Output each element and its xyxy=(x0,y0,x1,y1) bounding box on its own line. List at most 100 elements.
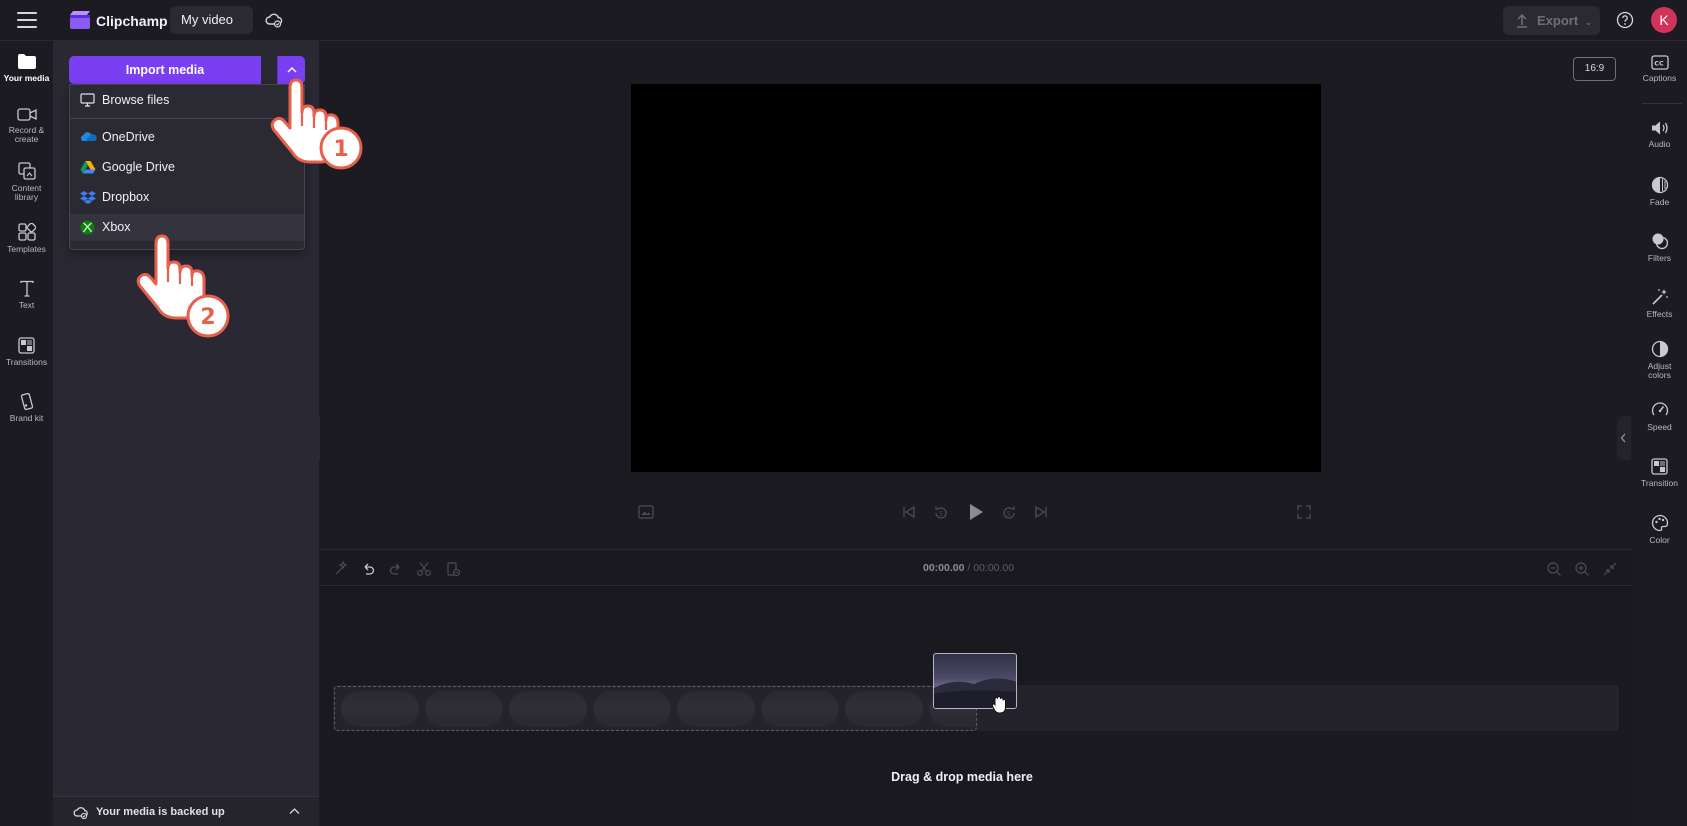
sidebar-item-transitions[interactable]: Transitions xyxy=(0,337,53,367)
user-avatar[interactable]: K xyxy=(1651,7,1677,33)
export-button[interactable]: Export ⌄ xyxy=(1503,6,1600,35)
sidebar-item-record-create[interactable]: Record & create xyxy=(0,107,53,144)
dropbox-icon xyxy=(80,191,96,204)
sidebar-item-label: Your media xyxy=(3,73,50,83)
sidebar-item-label: Text xyxy=(18,300,35,310)
menu-item-dropbox[interactable]: Dropbox xyxy=(70,184,304,211)
aspect-ratio-button[interactable]: 16:9 xyxy=(1573,57,1616,81)
total-time: 00:00.00 xyxy=(973,562,1015,574)
panel-divider xyxy=(1642,103,1682,104)
sidebar-item-label: Brand kit xyxy=(9,413,44,423)
backup-status-text: Your media is backed up xyxy=(96,806,225,818)
scissors-icon[interactable] xyxy=(416,561,432,577)
magic-edit-icon[interactable] xyxy=(333,561,349,577)
panel-item-label: Captions xyxy=(1642,73,1677,83)
panel-item-label: Filters xyxy=(1647,253,1672,263)
undo-icon[interactable] xyxy=(360,561,376,577)
ghost-clip-thumbnail xyxy=(845,691,923,727)
onedrive-icon xyxy=(80,132,97,141)
timeline: 00:00.00 / 00:00.00 Drag & drop media he… xyxy=(320,549,1632,826)
screenshot-icon[interactable] xyxy=(638,505,654,519)
menu-item-label: Google Drive xyxy=(102,160,175,174)
sidebar-item-label: Content library xyxy=(11,183,42,202)
fade-icon xyxy=(1651,176,1668,194)
fit-timeline-icon[interactable] xyxy=(1602,561,1618,577)
tutorial-pointer-hand-icon: 2 xyxy=(136,234,230,338)
chevron-left-icon xyxy=(1620,433,1626,443)
menu-item-label: Dropbox xyxy=(102,190,150,204)
sidebar-item-label: Transitions xyxy=(5,357,48,367)
panel-item-color[interactable]: Color xyxy=(1632,514,1687,545)
sidebar-item-brand-kit[interactable]: Brand kit xyxy=(0,393,53,423)
panel-item-label: Transition xyxy=(1640,478,1678,488)
sidebar-item-your-media[interactable]: Your media xyxy=(0,53,53,83)
panel-item-filters[interactable]: Filters xyxy=(1632,232,1687,263)
skip-to-end-icon[interactable] xyxy=(1034,505,1048,519)
ghost-clip-thumbnail xyxy=(677,691,755,727)
hamburger-menu-icon[interactable] xyxy=(17,12,37,28)
captions-icon: CC xyxy=(1650,55,1669,70)
panel-item-captions[interactable]: CC Captions xyxy=(1632,55,1687,83)
sidebar-item-templates[interactable]: Templates xyxy=(0,223,53,254)
fullscreen-icon[interactable] xyxy=(1297,505,1311,519)
panel-item-label: Adjust colors xyxy=(1647,361,1672,380)
panel-item-audio[interactable]: Audio xyxy=(1632,120,1687,149)
sidebar-item-text[interactable]: Text xyxy=(0,280,53,310)
library-icon xyxy=(17,162,36,180)
current-time: 00:00.00 xyxy=(923,562,965,574)
clipchamp-logo-icon xyxy=(70,11,90,29)
upload-icon xyxy=(1517,13,1527,28)
panel-item-label: Effects xyxy=(1646,309,1673,319)
brand-kit-icon xyxy=(20,393,33,410)
adjust-colors-icon xyxy=(1651,340,1668,358)
sidebar-item-content-library[interactable]: Content library xyxy=(0,162,53,202)
rewind-5s-icon[interactable]: 5 xyxy=(933,505,949,521)
drop-zone-label: Drag & drop media here xyxy=(891,770,1033,784)
cloud-sync-icon[interactable] xyxy=(265,11,283,29)
panel-item-transition[interactable]: Transition xyxy=(1632,458,1687,488)
ghost-clip-thumbnail xyxy=(761,691,839,727)
folder-icon xyxy=(17,54,36,69)
skip-to-start-icon[interactable] xyxy=(902,505,916,519)
delete-clip-icon[interactable] xyxy=(445,561,461,577)
transitions-icon xyxy=(18,337,35,354)
timeline-toolbar: 00:00.00 / 00:00.00 xyxy=(320,550,1632,586)
step-number-1: 1 xyxy=(333,137,348,162)
transition-icon xyxy=(1651,458,1668,475)
video-canvas[interactable] xyxy=(631,84,1321,472)
grab-cursor-icon xyxy=(991,695,1006,714)
sidebar-item-label: Templates xyxy=(7,244,46,254)
panel-item-speed[interactable]: Speed xyxy=(1632,401,1687,432)
cloud-check-icon xyxy=(73,807,88,819)
step-number-2: 2 xyxy=(200,305,215,330)
google-drive-icon xyxy=(80,161,96,174)
collapse-properties-panel-handle[interactable] xyxy=(1617,416,1631,460)
ghost-clip-thumbnail xyxy=(593,691,671,727)
backup-status-bar[interactable]: Your media is backed up xyxy=(53,796,319,826)
export-label: Export xyxy=(1537,13,1579,28)
zoom-in-icon[interactable] xyxy=(1574,561,1590,577)
speedometer-icon xyxy=(1651,402,1668,416)
play-icon[interactable] xyxy=(968,503,984,521)
timeline-drop-zone[interactable] xyxy=(334,686,977,731)
zoom-out-icon[interactable] xyxy=(1546,561,1562,577)
speaker-icon xyxy=(1651,121,1668,135)
import-media-button[interactable]: Import media xyxy=(69,56,261,84)
forward-5s-icon[interactable]: 5 xyxy=(1001,505,1017,521)
svg-text:5: 5 xyxy=(939,511,943,518)
timecode: 00:00.00 / 00:00.00 xyxy=(923,562,1014,574)
panel-item-effects[interactable]: Effects xyxy=(1632,288,1687,319)
monitor-icon xyxy=(80,93,95,107)
ghost-clip-thumbnail xyxy=(425,691,503,727)
panel-item-adjust-colors[interactable]: Adjust colors xyxy=(1632,340,1687,380)
help-icon[interactable] xyxy=(1616,11,1634,29)
text-icon xyxy=(19,280,34,297)
panel-item-fade[interactable]: Fade xyxy=(1632,176,1687,207)
top-bar: Clipchamp My video Export ⌄ K xyxy=(0,0,1687,41)
time-separator: / xyxy=(967,562,971,574)
project-title-field[interactable]: My video xyxy=(170,6,253,34)
panel-item-label: Color xyxy=(1649,535,1670,545)
app-name: Clipchamp xyxy=(96,13,168,29)
tutorial-pointer-hand-icon: 1 xyxy=(270,78,363,170)
redo-icon[interactable] xyxy=(388,561,404,577)
